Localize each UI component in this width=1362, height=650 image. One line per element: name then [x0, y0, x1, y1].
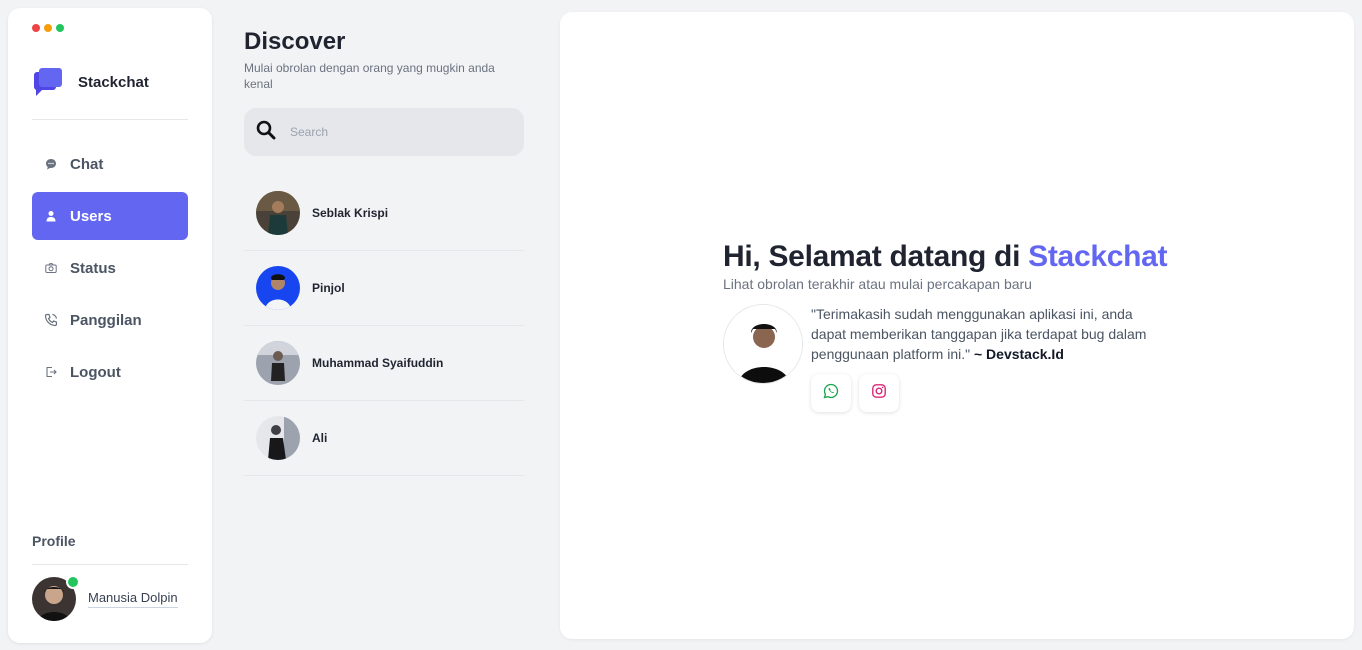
- list-item[interactable]: Seblak Krispi: [244, 176, 524, 251]
- list-item[interactable]: Pinjol: [244, 251, 524, 326]
- brand[interactable]: Stackchat: [32, 66, 149, 98]
- welcome-title-brand: Stackchat: [1028, 240, 1168, 273]
- sidebar-item-label: Status: [70, 259, 116, 277]
- user-icon: [44, 209, 58, 223]
- list-item[interactable]: Muhammad Syaifuddin: [244, 326, 524, 401]
- sidebar-item-label: Panggilan: [70, 311, 142, 329]
- user-name: Seblak Krispi: [312, 206, 389, 220]
- page-title: Discover: [244, 28, 346, 55]
- sidebar: Stackchat Chat Users Status Panggilan Lo…: [8, 8, 212, 643]
- instagram-button[interactable]: [859, 374, 899, 412]
- sidebar-item-panggilan[interactable]: Panggilan: [32, 296, 188, 344]
- welcome-subtitle: Lihat obrolan terakhir atau mulai percak…: [723, 276, 1032, 292]
- profile-divider: [32, 564, 188, 565]
- sidebar-item-label: Chat: [70, 155, 104, 173]
- sidebar-item-label: Users: [70, 207, 112, 225]
- avatar[interactable]: [32, 575, 80, 621]
- discover-panel: Discover Mulai obrolan dengan orang yang…: [244, 28, 524, 476]
- welcome-title-prefix: Hi, Selamat datang di: [723, 240, 1021, 273]
- profile-name[interactable]: Manusia Dolpin: [88, 590, 178, 608]
- list-item[interactable]: Ali: [244, 401, 524, 476]
- user-avatar: [256, 341, 300, 385]
- page-subtitle: Mulai obrolan dengan orang yang mugkin a…: [244, 61, 495, 91]
- sidebar-item-users[interactable]: Users: [32, 192, 188, 240]
- brand-divider: [32, 119, 188, 120]
- logout-icon: [44, 365, 58, 379]
- instagram-icon: [871, 383, 887, 404]
- sidebar-item-status[interactable]: Status: [32, 244, 188, 292]
- user-avatar: [256, 191, 300, 235]
- user-avatar: [256, 416, 300, 460]
- chat-bubble-icon: [44, 157, 58, 171]
- sidebar-item-chat[interactable]: Chat: [32, 140, 188, 188]
- user-list: Seblak Krispi Pinjol Muhammad Syaifuddin…: [244, 176, 524, 476]
- chat-logo-icon: [32, 66, 64, 98]
- search-icon[interactable]: [256, 120, 276, 145]
- online-status-indicator: [66, 575, 80, 589]
- phone-icon: [44, 313, 58, 327]
- quote-author: ~ Devstack.Id: [973, 346, 1064, 362]
- whatsapp-icon: [823, 383, 839, 404]
- maximize-dot[interactable]: [56, 24, 64, 32]
- window-controls: [32, 24, 64, 32]
- developer-quote: "Terimakasih sudah menggunakan aplikasi …: [723, 304, 1243, 412]
- close-dot[interactable]: [32, 24, 40, 32]
- welcome-section: Hi, Selamat datang di Stackchat Lihat ob…: [723, 240, 1243, 412]
- social-links: [811, 374, 1161, 412]
- sidebar-item-logout[interactable]: Logout: [32, 348, 188, 396]
- whatsapp-button[interactable]: [811, 374, 851, 412]
- sidebar-nav: Chat Users Status Panggilan Logout: [32, 140, 188, 400]
- user-avatar: [256, 266, 300, 310]
- minimize-dot[interactable]: [44, 24, 52, 32]
- search-bar[interactable]: [244, 108, 524, 156]
- quote-text: "Terimakasih sudah menggunakan aplikasi …: [811, 304, 1161, 364]
- profile-heading: Profile: [32, 533, 76, 549]
- main-panel: Hi, Selamat datang di Stackchat Lihat ob…: [560, 12, 1354, 639]
- search-input[interactable]: [290, 125, 490, 139]
- sidebar-item-label: Logout: [70, 363, 121, 381]
- developer-avatar: [723, 304, 803, 384]
- user-name: Ali: [312, 431, 328, 445]
- camera-icon: [44, 261, 58, 275]
- user-name: Pinjol: [312, 281, 345, 295]
- brand-name: Stackchat: [78, 73, 149, 91]
- profile-card[interactable]: Manusia Dolpin: [32, 575, 178, 621]
- welcome-title: Hi, Selamat datang di Stackchat: [723, 240, 1243, 274]
- user-name: Muhammad Syaifuddin: [312, 356, 444, 370]
